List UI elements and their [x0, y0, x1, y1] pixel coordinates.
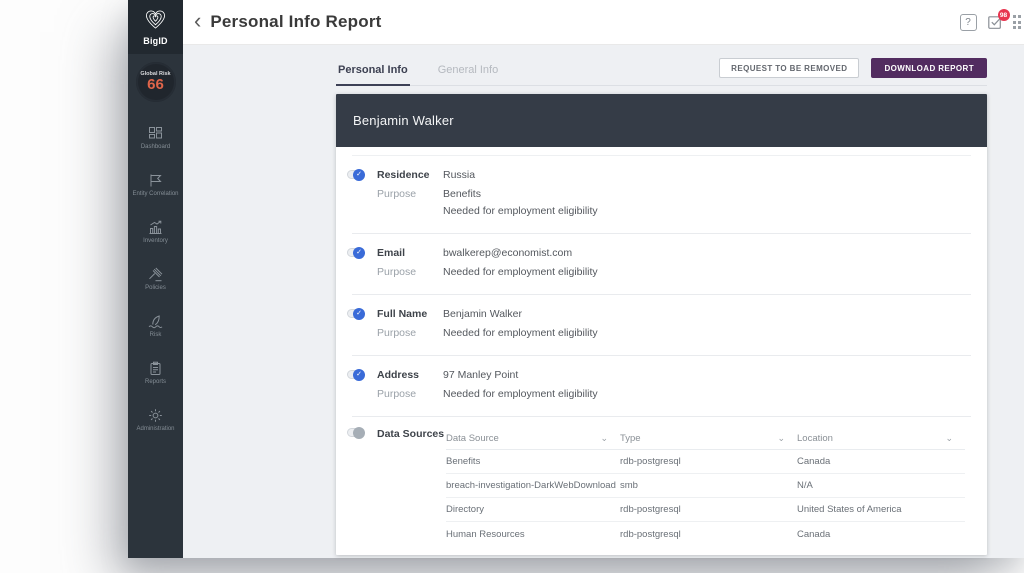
email-toggle[interactable]: ✓ — [347, 248, 364, 257]
purpose-label: Purpose — [377, 327, 443, 339]
table-row[interactable]: Human Resources rdb-postgresql Canada — [446, 522, 965, 546]
header-actions: ? 98 — [960, 14, 1015, 31]
table-row[interactable]: breach-investigation-DarkWebDownload smb… — [446, 474, 965, 498]
data-sources-label: Data Sources — [377, 428, 446, 546]
back-button[interactable]: ‹ — [194, 10, 201, 32]
column-header-location[interactable]: Location ⌄ — [797, 433, 965, 444]
sidebar-item-administration[interactable]: Administration — [128, 397, 183, 444]
residence-toggle[interactable]: ✓ — [347, 170, 364, 179]
sort-icon[interactable]: ⌄ — [600, 436, 608, 441]
sidebar-item-reports[interactable]: Reports — [128, 350, 183, 397]
toolbar: Personal Info General Info REQUEST TO BE… — [336, 58, 987, 86]
card-body: ✓ Residence Russia Purpose Benefits Need… — [336, 147, 987, 546]
sidebar-item-policies[interactable]: Policies — [128, 256, 183, 303]
data-sources-toggle[interactable] — [347, 428, 364, 437]
toolbar-actions: REQUEST TO BE REMOVED DOWNLOAD REPORT — [719, 58, 987, 85]
global-risk-badge[interactable]: Global Risk 66 — [136, 62, 176, 102]
attribute-label: Email — [377, 247, 443, 259]
address-toggle[interactable]: ✓ — [347, 370, 364, 379]
request-removal-button[interactable]: REQUEST TO BE REMOVED — [719, 58, 859, 78]
app-window: BigID Global Risk 66 Dashboard — [128, 0, 1024, 558]
purpose-label: Purpose — [377, 188, 443, 217]
purpose-label: Purpose — [377, 388, 443, 400]
purpose-values: Needed for employment eligibility — [443, 388, 971, 400]
personal-info-card: Benjamin Walker ✓ Residence Russia Purpo… — [336, 94, 987, 555]
attribute-value: 97 Manley Point — [443, 369, 971, 381]
notification-badge: 98 — [998, 9, 1010, 21]
bigid-logo[interactable]: BigID — [128, 0, 183, 54]
attribute-label: Residence — [377, 169, 443, 181]
shark-fin-icon — [148, 314, 163, 329]
gavel-icon — [148, 267, 163, 282]
data-sources-table: Data Source ⌄ Type ⌄ Locatio — [446, 427, 965, 546]
data-sources-section: Data Sources Data Source ⌄ Type — [352, 417, 971, 546]
app-grid-icon[interactable] — [1013, 15, 1022, 29]
attribute-row-full-name: ✓ Full Name Benjamin Walker Purpose Need… — [352, 295, 971, 356]
sort-icon[interactable]: ⌄ — [777, 436, 785, 441]
fingerprint-heart-icon — [143, 9, 168, 35]
attribute-row-address: ✓ Address 97 Manley Point Purpose Needed… — [352, 356, 971, 417]
tab-general-info[interactable]: General Info — [436, 61, 501, 85]
gear-icon — [148, 408, 163, 423]
person-name: Benjamin Walker — [353, 113, 454, 128]
column-header-data-source[interactable]: Data Source ⌄ — [446, 433, 620, 444]
download-report-button[interactable]: DOWNLOAD REPORT — [871, 58, 987, 78]
attribute-row-residence: ✓ Residence Russia Purpose Benefits Need… — [352, 156, 971, 234]
dashboard-icon — [148, 126, 163, 141]
page: BigID Global Risk 66 Dashboard — [0, 0, 1024, 573]
attribute-label: Full Name — [377, 308, 443, 320]
full-name-toggle[interactable]: ✓ — [347, 309, 364, 318]
sidebar-item-risk[interactable]: Risk — [128, 303, 183, 350]
content-area: Personal Info General Info REQUEST TO BE… — [183, 45, 1024, 558]
check-icon: ✓ — [356, 371, 362, 378]
check-icon: ✓ — [356, 171, 362, 178]
sidebar: BigID Global Risk 66 Dashboard — [128, 0, 183, 558]
purpose-values: Needed for employment eligibility — [443, 327, 971, 339]
help-icon[interactable]: ? — [960, 14, 977, 31]
logo-text: BigID — [143, 36, 168, 46]
sort-icon[interactable]: ⌄ — [945, 436, 953, 441]
table-row[interactable]: Directory rdb-postgresql United States o… — [446, 498, 965, 522]
table-header-row: Data Source ⌄ Type ⌄ Locatio — [446, 427, 965, 450]
tab-personal-info[interactable]: Personal Info — [336, 61, 410, 85]
sidebar-item-entity-correlation[interactable]: Entity Correlation — [128, 162, 183, 209]
purpose-label: Purpose — [377, 266, 443, 278]
attribute-label: Address — [377, 369, 443, 381]
sidebar-nav: Dashboard Entity Correlation — [128, 115, 183, 444]
check-icon: ✓ — [356, 249, 362, 256]
card-header: Benjamin Walker — [336, 94, 987, 147]
purpose-values: Benefits Needed for employment eligibili… — [443, 188, 971, 217]
main-area: ‹ Personal Info Report ? 98 — [183, 0, 1024, 558]
tabs: Personal Info General Info — [336, 61, 500, 85]
attribute-value: Russia — [443, 169, 971, 181]
purpose-values: Needed for employment eligibility — [443, 266, 971, 278]
sidebar-item-dashboard[interactable]: Dashboard — [128, 115, 183, 162]
page-title: Personal Info Report — [210, 12, 381, 32]
clipboard-icon — [148, 361, 163, 376]
column-header-type[interactable]: Type ⌄ — [620, 433, 797, 444]
flag-icon — [148, 173, 163, 188]
table-row[interactable]: Benefits rdb-postgresql Canada — [446, 450, 965, 474]
global-risk-value: 66 — [147, 77, 164, 94]
attribute-value: Benjamin Walker — [443, 308, 971, 320]
check-icon: ✓ — [356, 310, 362, 317]
top-header: ‹ Personal Info Report ? 98 — [183, 0, 1024, 45]
sidebar-item-inventory[interactable]: Inventory — [128, 209, 183, 256]
bar-chart-icon — [148, 220, 163, 235]
attribute-value: bwalkerep@economist.com — [443, 247, 971, 259]
tasks-icon[interactable]: 98 — [987, 14, 1003, 30]
attribute-row-email: ✓ Email bwalkerep@economist.com Purpose … — [352, 234, 971, 295]
